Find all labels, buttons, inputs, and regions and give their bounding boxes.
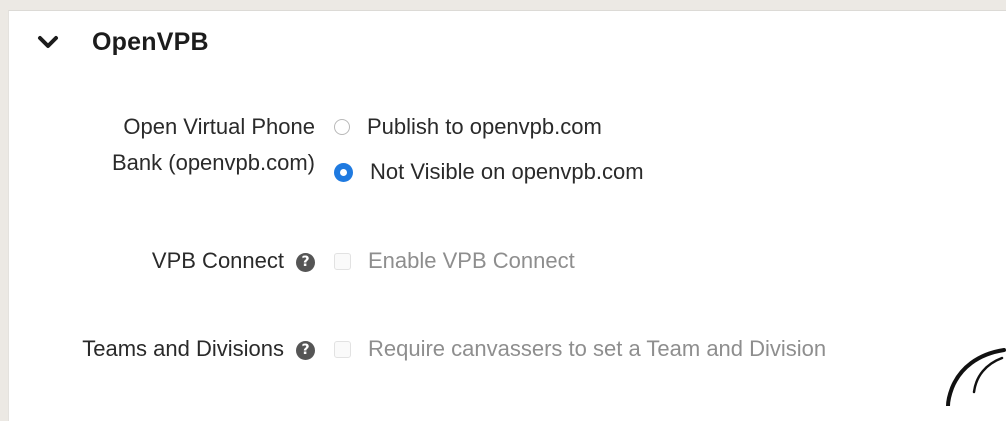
not-visible-radio[interactable] [334,163,353,182]
section-title: OpenVPB [92,28,209,57]
enable-vpb-connect-label: Enable VPB Connect [368,248,575,274]
publish-radio-label[interactable]: Publish to openvpb.com [367,114,602,140]
publish-radio[interactable] [334,119,350,135]
enable-vpb-connect-checkbox[interactable] [334,253,351,270]
vpb-connect-label-wrap: VPB Connect? [152,243,315,279]
enable-vpb-connect-option[interactable]: Enable VPB Connect [334,243,575,279]
teams-divisions-label-wrap: Teams and Divisions? [82,331,315,367]
section-header-openvpb[interactable]: OpenVPB [37,25,209,59]
openvpb-settings-panel: OpenVPB Open Virtual Phone Bank (openvpb… [8,10,1006,421]
teams-divisions-label: Teams and Divisions [82,336,284,361]
chevron-down-icon[interactable] [37,31,59,53]
require-team-division-label: Require canvassers to set a Team and Div… [368,336,826,362]
publish-to-openvpb-option[interactable]: Publish to openvpb.com [334,109,602,145]
decorative-stroke [916,346,1006,406]
question-circle-icon[interactable]: ? [296,253,315,272]
not-visible-radio-label[interactable]: Not Visible on openvpb.com [370,159,644,185]
open-vpb-label: Open Virtual Phone Bank (openvpb.com) [75,109,315,181]
vpb-connect-label: VPB Connect [152,248,284,273]
require-team-division-option[interactable]: Require canvassers to set a Team and Div… [334,331,826,367]
require-team-division-checkbox[interactable] [334,341,351,358]
question-circle-icon[interactable]: ? [296,341,315,360]
not-visible-on-openvpb-option[interactable]: Not Visible on openvpb.com [334,154,644,190]
